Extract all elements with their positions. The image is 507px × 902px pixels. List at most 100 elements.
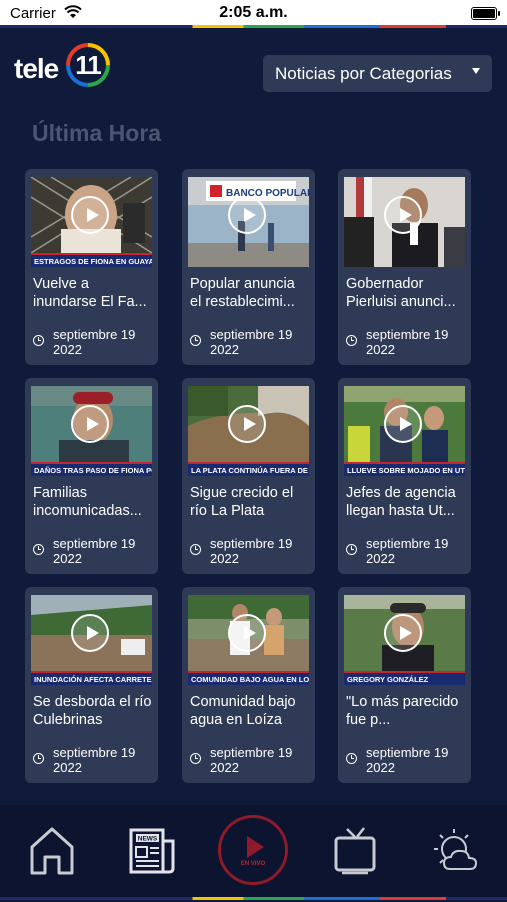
date-line1: septiembre 19 (53, 327, 136, 342)
news-card[interactable]: INUNDACIÓN AFECTA CARRETERA Se desborda … (25, 587, 158, 783)
weather-icon (434, 829, 478, 870)
clock-icon (190, 335, 201, 346)
card-date: septiembre 19 2022 (366, 536, 448, 566)
clock-icon (190, 544, 201, 555)
app-header: tele 11 Noticias por Categorias (0, 31, 507, 119)
date-line1: septiembre 19 (366, 327, 449, 342)
date-line1: septiembre 19 (210, 536, 293, 551)
date-line2: 2022 (366, 342, 395, 357)
date-line2: 2022 (53, 551, 82, 566)
card-title[interactable]: Sigue crecido el río La Plata (190, 484, 310, 520)
play-icon[interactable] (228, 614, 266, 652)
video-thumbnail[interactable]: GREGORY GONZÁLEZ (344, 595, 465, 685)
date-line1: septiembre 19 (366, 745, 449, 760)
news-card[interactable]: LLUEVE SOBRE MOJADO EN UTUADO Jefes de a… (338, 378, 471, 574)
date-line1: septiembre 19 (210, 327, 293, 342)
thumbnail-ticker: LA PLATA CONTINÚA FUERA DE SU CAUCE (188, 462, 309, 476)
date-line2: 2022 (210, 551, 239, 566)
video-thumbnail[interactable]: INUNDACIÓN AFECTA CARRETERA (31, 595, 152, 685)
tele11-logo[interactable]: tele 11 (14, 43, 124, 95)
thumbnail-ticker: COMUNIDAD BAJO AGUA EN LOÍZA (188, 671, 309, 685)
card-title[interactable]: Comunidad bajo agua en Loíza (190, 693, 310, 729)
card-title[interactable]: Gobernador Pierluisi anunci... (346, 275, 466, 311)
nav-tv[interactable] (316, 805, 396, 897)
play-icon[interactable] (228, 196, 266, 234)
thumbnail-ticker: DAÑOS TRAS PASO DE FIONA POR PATILLAS (31, 462, 152, 476)
news-card[interactable]: DAÑOS TRAS PASO DE FIONA POR PATILLAS Fa… (25, 378, 158, 574)
nav-news[interactable]: NEWS (112, 805, 192, 897)
play-icon[interactable] (384, 196, 422, 234)
live-label: EN VIVO (240, 861, 266, 867)
card-date: septiembre 19 2022 (53, 536, 135, 566)
news-card[interactable]: ESTRAGOS DE FIONA EN GUAYANILLA Vuelve a… (25, 169, 158, 365)
card-title[interactable]: "Lo más parecido fue p... (346, 693, 466, 729)
video-thumbnail[interactable]: LA PLATA CONTINÚA FUERA DE SU CAUCE (188, 386, 309, 476)
video-thumbnail[interactable]: DAÑOS TRAS PASO DE FIONA POR PATILLAS (31, 386, 152, 476)
nav-weather[interactable] (416, 805, 496, 897)
clock-icon (346, 335, 357, 346)
play-icon[interactable] (71, 405, 109, 443)
card-title[interactable]: Jefes de agencia llegan hasta Ut... (346, 484, 466, 520)
category-dropdown-label: Noticias por Categorias (275, 64, 452, 83)
video-thumbnail[interactable]: BANCO POPULAR (188, 177, 309, 267)
video-thumbnail[interactable] (344, 177, 465, 267)
news-card[interactable]: Gobernador Pierluisi anunci... septiembr… (338, 169, 471, 365)
date-line2: 2022 (210, 760, 239, 775)
card-date: septiembre 19 2022 (366, 327, 448, 357)
top-color-strip (0, 25, 507, 28)
date-line1: septiembre 19 (366, 536, 449, 551)
live-play-icon (247, 836, 264, 858)
date-line2: 2022 (210, 342, 239, 357)
news-card[interactable]: GREGORY GONZÁLEZ "Lo más parecido fue p.… (338, 587, 471, 783)
clock-icon (33, 753, 44, 764)
play-icon[interactable] (384, 405, 422, 443)
card-title[interactable]: Vuelve a inundarse El Fa... (33, 275, 153, 311)
chevron-down-icon (472, 68, 480, 74)
thumbnail-ticker: ESTRAGOS DE FIONA EN GUAYANILLA (31, 253, 152, 267)
home-icon (30, 827, 74, 875)
date-line1: septiembre 19 (53, 745, 136, 760)
clock-icon (190, 753, 201, 764)
date-line2: 2022 (366, 760, 395, 775)
play-icon[interactable] (228, 405, 266, 443)
video-thumbnail[interactable]: LLUEVE SOBRE MOJADO EN UTUADO (344, 386, 465, 476)
clock-icon (346, 544, 357, 555)
card-title[interactable]: Se desborda el río Culebrinas (33, 693, 153, 729)
news-card[interactable]: COMUNIDAD BAJO AGUA EN LOÍZA Comunidad b… (182, 587, 315, 783)
video-thumbnail[interactable]: COMUNIDAD BAJO AGUA EN LOÍZA (188, 595, 309, 685)
date-line2: 2022 (53, 342, 82, 357)
card-title[interactable]: Popular anuncia el restablecimi... (190, 275, 310, 311)
status-bar: Carrier 2:05 a.m. (0, 0, 507, 28)
clock-icon (346, 753, 357, 764)
play-icon[interactable] (71, 196, 109, 234)
news-icon: NEWS (129, 828, 175, 874)
card-date: septiembre 19 2022 (53, 745, 135, 775)
card-title[interactable]: Familias incomunicadas... (33, 484, 153, 520)
date-line2: 2022 (366, 551, 395, 566)
clock-icon (33, 335, 44, 346)
video-thumbnail[interactable]: ESTRAGOS DE FIONA EN GUAYANILLA (31, 177, 152, 267)
logo-ring: 11 (66, 43, 110, 87)
bottom-navigation: NEWS EN VIVO (0, 805, 507, 897)
date-line1: septiembre 19 (53, 536, 136, 551)
date-line1: septiembre 19 (210, 745, 293, 760)
card-date: septiembre 19 2022 (210, 745, 292, 775)
play-icon[interactable] (384, 614, 422, 652)
news-card[interactable]: LA PLATA CONTINÚA FUERA DE SU CAUCE Sigu… (182, 378, 315, 574)
battery-icon (471, 7, 500, 20)
card-date: septiembre 19 2022 (210, 327, 292, 357)
nav-home[interactable] (12, 805, 92, 897)
thumbnail-ticker: INUNDACIÓN AFECTA CARRETERA (31, 671, 152, 685)
tv-icon (334, 827, 376, 875)
card-date: septiembre 19 2022 (366, 745, 448, 775)
live-button[interactable]: EN VIVO (218, 815, 288, 885)
thumbnail-ticker: GREGORY GONZÁLEZ (344, 671, 465, 685)
play-icon[interactable] (71, 614, 109, 652)
logo-number: 11 (70, 47, 106, 83)
card-date: septiembre 19 2022 (210, 536, 292, 566)
clock-time: 2:05 a.m. (219, 4, 288, 21)
thumbnail-ticker: LLUEVE SOBRE MOJADO EN UTUADO (344, 462, 465, 476)
news-card[interactable]: BANCO POPULAR Popular anuncia el restabl… (182, 169, 315, 365)
section-title: Última Hora (32, 120, 162, 146)
category-dropdown[interactable]: Noticias por Categorias (263, 55, 492, 92)
